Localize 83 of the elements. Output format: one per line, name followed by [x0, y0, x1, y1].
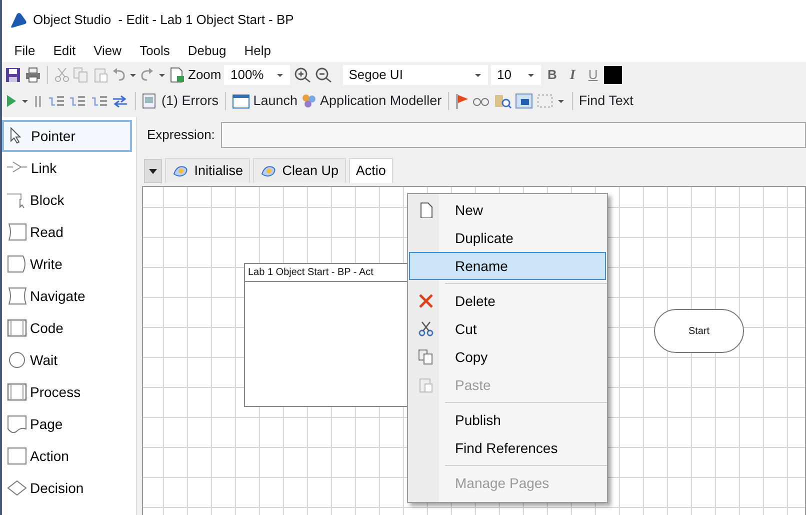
write-shape-icon — [7, 255, 27, 274]
save-icon[interactable] — [5, 67, 22, 83]
delete-icon — [418, 293, 434, 309]
tab[interactable]: Actio — [348, 158, 393, 183]
page-icon — [260, 164, 278, 178]
zoom-combo[interactable]: 100% — [224, 65, 290, 85]
new-document-icon — [418, 202, 434, 218]
palette-item[interactable]: Action — [2, 440, 132, 472]
loop-icon[interactable] — [110, 94, 129, 108]
page-icon — [172, 164, 190, 178]
step-in-icon[interactable] — [47, 94, 65, 108]
palette-item[interactable]: Read — [2, 216, 132, 248]
panel-icon[interactable] — [514, 93, 533, 109]
action-shape-icon — [7, 447, 27, 466]
expression-label: Expression: — [147, 126, 215, 144]
menu-item[interactable]: Copy — [409, 343, 606, 371]
menu-item[interactable]: Delete — [409, 287, 606, 315]
zoom-out-icon[interactable] — [314, 67, 333, 83]
expression-field[interactable] — [221, 122, 806, 148]
color-swatch-icon[interactable] — [604, 66, 622, 84]
font-size-value: 10 — [496, 66, 512, 84]
menu-item[interactable]: Edit — [44, 41, 85, 61]
decision-diamond-icon — [7, 479, 27, 498]
menu-item[interactable]: View — [84, 41, 131, 61]
zoom-value: 100% — [230, 66, 264, 84]
app-logo-icon — [8, 12, 26, 28]
wait-circle-icon — [7, 351, 27, 370]
window-title: Object Studio - Edit - Lab 1 Object Start - BP — [33, 11, 294, 30]
tab[interactable]: Clean Up — [253, 158, 346, 183]
tab[interactable]: Initialise — [165, 158, 250, 183]
start-node: Start — [654, 309, 744, 353]
menu-item[interactable]: Rename — [409, 252, 606, 280]
errors-button[interactable]: (1) Errors — [142, 90, 218, 112]
play-icon[interactable] — [5, 94, 18, 108]
menu-item[interactable]: Debug — [178, 41, 236, 61]
palette-item[interactable]: Code — [2, 312, 132, 344]
document-icon — [142, 93, 158, 109]
navigate-shape-icon — [7, 287, 27, 306]
palette-item[interactable]: Wait — [2, 344, 132, 376]
menu-item[interactable]: Duplicate — [409, 224, 606, 252]
font-combo[interactable]: Segoe UI — [342, 65, 488, 85]
palette-item[interactable]: Navigate — [2, 280, 132, 312]
palette-item[interactable]: Block — [2, 184, 132, 216]
italic-button[interactable]: I — [563, 64, 582, 86]
menu-item[interactable]: Cut — [409, 315, 606, 343]
find-text-button[interactable]: Find Text — [578, 90, 634, 112]
palette-item[interactable]: Pointer — [2, 120, 132, 152]
print-icon[interactable] — [24, 67, 40, 83]
bold-button[interactable]: B — [544, 65, 560, 85]
palette-item[interactable]: Write — [2, 248, 132, 280]
copy-icon — [418, 349, 434, 365]
paste-icon — [418, 377, 434, 393]
tab-list-button[interactable] — [144, 159, 162, 183]
menu-item[interactable]: Tools — [130, 41, 179, 61]
font-name: Segoe UI — [348, 66, 403, 84]
flag-icon[interactable] — [455, 93, 470, 109]
menu-item[interactable]: Find References — [409, 434, 606, 462]
document-icon[interactable] — [168, 67, 185, 83]
palette-item[interactable]: Decision — [2, 472, 132, 504]
find-icon[interactable] — [494, 93, 512, 109]
application-modeller-button[interactable]: Application Modeller — [300, 90, 442, 112]
menu-item[interactable]: Publish — [409, 406, 606, 434]
dotted-frame-icon[interactable] — [536, 93, 554, 109]
code-shape-icon — [7, 319, 27, 338]
read-shape-icon — [7, 223, 27, 242]
page-shape-icon — [7, 415, 27, 434]
process-shape-icon — [7, 383, 27, 402]
palette-item[interactable]: Link — [2, 152, 132, 184]
cluster-icon — [300, 93, 317, 109]
menu-item[interactable]: Help — [235, 41, 280, 61]
block-icon — [7, 191, 27, 210]
step-over-icon[interactable] — [68, 94, 86, 108]
cut-icon — [418, 321, 434, 337]
font-size-combo[interactable]: 10 — [490, 65, 541, 85]
zoom-in-icon[interactable] — [294, 67, 312, 83]
zoom-label: Zoom — [188, 66, 222, 84]
menu-item[interactable]: New — [409, 196, 606, 224]
palette-item[interactable]: Process — [2, 376, 132, 408]
menu-item[interactable]: File — [5, 41, 44, 61]
launch-button[interactable]: Launch — [232, 90, 298, 112]
window-icon — [232, 93, 250, 109]
palette-item[interactable]: Page — [2, 408, 132, 440]
step-out-icon[interactable] — [90, 94, 108, 108]
